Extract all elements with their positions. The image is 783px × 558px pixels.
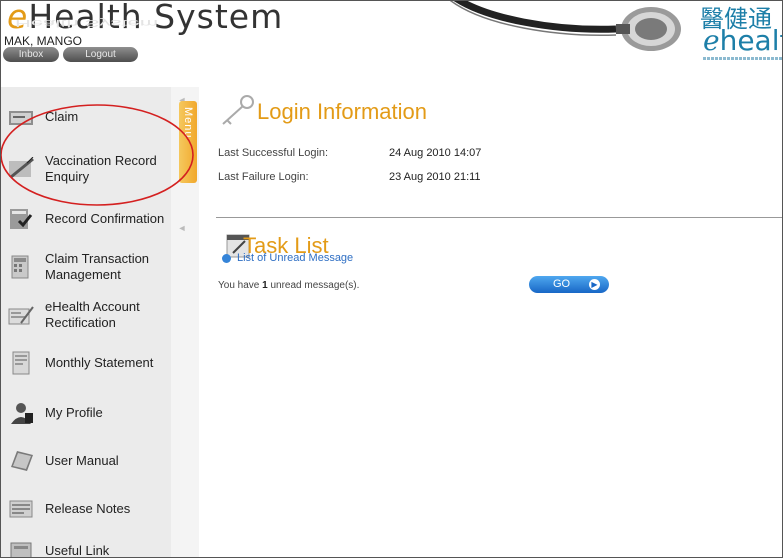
bullet-icon	[222, 254, 231, 263]
arrow-right-icon: ▶	[589, 279, 600, 290]
sidebar-item-label: Release Notes	[45, 501, 131, 516]
key-icon	[222, 95, 254, 125]
header: eHealth System Health System MAK, MANGO …	[1, 1, 782, 81]
last-success-value: 24 Aug 2010 14:07	[389, 147, 482, 159]
sidebar-item-claim-transaction-management[interactable]: Claim Transaction Management	[1, 247, 171, 287]
notes-icon	[9, 500, 33, 518]
logo-ehealth: ehealth	[703, 24, 782, 57]
sidebar-item-release-notes[interactable]: Release Notes	[1, 489, 171, 529]
profile-icon	[11, 403, 33, 424]
divider	[216, 217, 782, 218]
unread-message-text: You have 1 unread message(s).	[218, 280, 360, 291]
sidebar-item-monthly-statement[interactable]: Monthly Statement	[1, 343, 171, 383]
inbox-button[interactable]: Inbox	[3, 47, 59, 62]
app-title-reflection: Health System	[15, 17, 159, 29]
sidebar-item-ehealth-account-rectification[interactable]: eHealth Account Rectification	[1, 295, 171, 335]
last-failure-value: 23 Aug 2010 21:11	[389, 171, 481, 183]
link-icon	[10, 542, 32, 557]
statement-icon	[12, 351, 30, 375]
sidebar-item-label: Record Confirmation	[45, 211, 165, 226]
account-rectification-icon	[8, 306, 34, 325]
calculator-icon	[11, 255, 29, 279]
go-button[interactable]: GO ▶	[529, 276, 609, 293]
sidebar-item-user-manual[interactable]: User Manual	[1, 441, 171, 481]
login-information-title: Login Information	[257, 99, 427, 124]
app-window: eHealth System Health System MAK, MANGO …	[0, 0, 783, 558]
sidebar-item-label: Useful Link	[45, 543, 110, 558]
manual-icon	[11, 451, 33, 471]
sidebar-item-my-profile[interactable]: My Profile	[1, 393, 171, 433]
sidebar-item-label: My Profile	[45, 405, 103, 420]
sidebar-item-label: Monthly Statement	[45, 355, 154, 370]
unread-message-link[interactable]: List of Unread Message	[237, 252, 353, 264]
collapse-arrow-icon[interactable]: ◄	[177, 223, 187, 235]
record-confirmation-icon	[10, 209, 33, 229]
sidebar-item-useful-link[interactable]: Useful Link	[1, 537, 171, 558]
last-success-label: Last Successful Login:	[218, 147, 329, 159]
last-failure-label: Last Failure Login:	[218, 171, 309, 183]
logout-button[interactable]: Logout	[63, 47, 138, 62]
logo-subtext	[703, 57, 782, 60]
sidebar-item-label: User Manual	[45, 453, 119, 468]
main-content: Login Information Last Successful Login:…	[201, 87, 782, 557]
go-button-label: GO	[553, 278, 571, 290]
stethoscope-icon	[450, 1, 681, 51]
annotation-ellipse	[1, 104, 194, 206]
sidebar-item-label: eHealth Account Rectification	[45, 299, 140, 330]
sidebar-item-label: Claim Transaction Management	[45, 251, 150, 282]
user-name: MAK, MANGO	[4, 34, 83, 48]
